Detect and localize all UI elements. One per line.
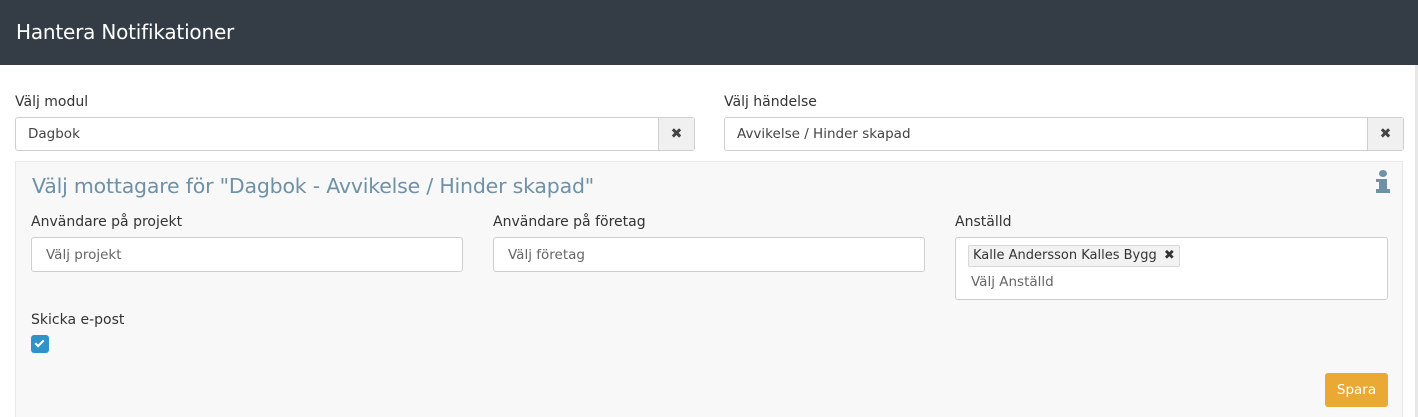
event-clear-button[interactable]: ✖ bbox=[1367, 118, 1403, 150]
info-icon[interactable] bbox=[1376, 168, 1390, 198]
check-icon bbox=[34, 337, 45, 348]
recipients-panel: Välj mottagare för "Dagbok - Avvikelse /… bbox=[15, 161, 1403, 417]
recipients-title: Välj mottagare för "Dagbok - Avvikelse /… bbox=[32, 174, 594, 198]
employee-tag: Kalle Andersson Kalles Bygg ✖ bbox=[968, 245, 1180, 267]
save-button[interactable]: Spara bbox=[1325, 373, 1388, 407]
remove-tag-icon[interactable]: ✖ bbox=[1164, 246, 1175, 266]
employee-placeholder[interactable]: Välj Anställd bbox=[971, 274, 1054, 290]
company-users-label: Användare på företag bbox=[493, 214, 646, 230]
employee-label: Anställd bbox=[955, 214, 1012, 230]
module-value: Dagbok bbox=[28, 126, 80, 142]
send-email-label: Skicka e-post bbox=[31, 312, 125, 328]
send-email-checkbox[interactable] bbox=[31, 335, 49, 353]
module-label: Välj modul bbox=[15, 94, 89, 110]
project-placeholder: Välj projekt bbox=[46, 247, 122, 263]
employee-tag-label: Kalle Andersson Kalles Bygg bbox=[973, 248, 1157, 263]
project-users-label: Användare på projekt bbox=[31, 214, 183, 230]
module-select[interactable]: Dagbok ✖ bbox=[15, 117, 695, 151]
page-header: Hantera Notifikationer bbox=[0, 0, 1418, 65]
event-value: Avvikelse / Hinder skapad bbox=[737, 126, 911, 142]
module-clear-button[interactable]: ✖ bbox=[658, 118, 694, 150]
company-select[interactable]: Välj företag bbox=[493, 237, 925, 272]
page-title: Hantera Notifikationer bbox=[16, 20, 235, 44]
event-label: Välj händelse bbox=[724, 94, 817, 110]
project-select[interactable]: Välj projekt bbox=[31, 237, 463, 272]
event-select[interactable]: Avvikelse / Hinder skapad ✖ bbox=[724, 117, 1404, 151]
company-placeholder: Välj företag bbox=[508, 247, 585, 263]
employee-select[interactable]: Kalle Andersson Kalles Bygg ✖ Välj Anstä… bbox=[955, 237, 1388, 300]
